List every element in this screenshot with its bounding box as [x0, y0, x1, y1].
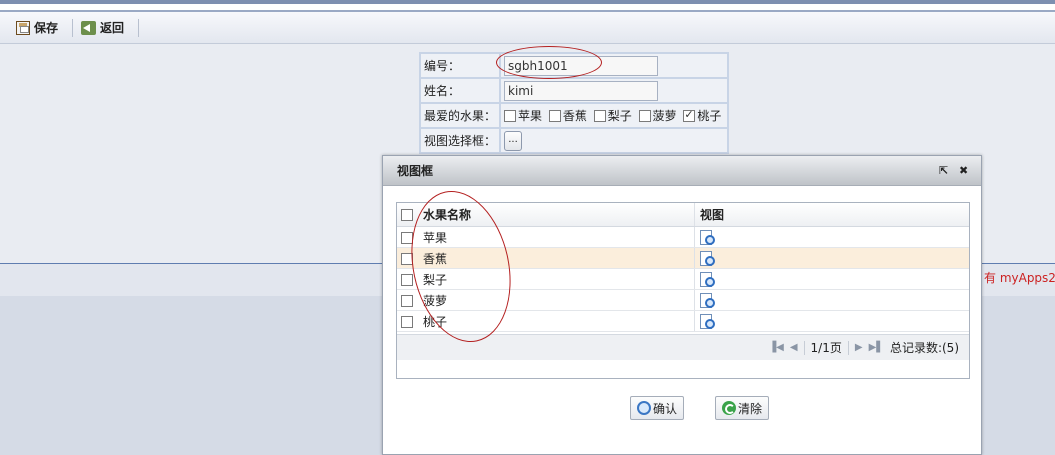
- fruit-options: 苹果 香蕉 梨子 菠萝 桃子: [499, 102, 730, 129]
- select-all-checkbox[interactable]: [401, 209, 413, 221]
- view-picker-button[interactable]: ...: [504, 130, 523, 151]
- fruit-option-label: 菠萝: [652, 109, 677, 123]
- annotation-ellipse: [496, 46, 602, 79]
- confirm-label: 确认: [653, 401, 678, 416]
- save-icon: [16, 20, 30, 35]
- save-label: 保存: [34, 21, 59, 35]
- toolbar-divider: [72, 18, 74, 37]
- prev-page-icon[interactable]: ◀: [790, 342, 798, 353]
- first-page-icon[interactable]: ▐◀: [768, 342, 783, 353]
- total-records: 总记录数:(5): [889, 341, 959, 355]
- fruit-option-label: 香蕉: [562, 109, 587, 123]
- magnifier-icon: [637, 401, 651, 415]
- view-document-icon[interactable]: [700, 229, 715, 245]
- dialog-title: 视图框: [397, 164, 434, 178]
- popout-icon[interactable]: ⇱: [939, 164, 948, 177]
- fruit-checkbox-apple[interactable]: [504, 109, 517, 122]
- toolbar-divider: [138, 18, 140, 37]
- id-label: 编号：: [418, 52, 502, 79]
- close-icon[interactable]: ✖: [959, 164, 968, 177]
- row-checkbox[interactable]: [401, 294, 413, 307]
- right-note: 有 myApps2.: [984, 271, 1055, 285]
- fruit-option-label: 桃子: [697, 109, 722, 123]
- row-checkbox[interactable]: [401, 315, 413, 328]
- view-document-icon[interactable]: [700, 250, 715, 266]
- view-document-icon[interactable]: [700, 313, 715, 329]
- view-select-label: 视图选择框：: [418, 127, 502, 154]
- back-icon: [81, 20, 97, 35]
- fruit-checkbox-peach[interactable]: [683, 108, 696, 122]
- next-page-icon[interactable]: ▶: [855, 342, 863, 353]
- toolbar: 保存 返回: [0, 12, 1055, 44]
- fruit-checkbox-banana[interactable]: [548, 109, 561, 122]
- column-header-view[interactable]: 视图: [695, 206, 724, 223]
- top-strip: [0, 0, 1055, 12]
- row-checkbox[interactable]: [401, 273, 413, 286]
- confirm-button[interactable]: 确认: [630, 396, 685, 420]
- back-label: 返回: [100, 21, 125, 35]
- view-document-icon[interactable]: [700, 271, 715, 287]
- clear-label: 清除: [738, 401, 763, 416]
- last-page-icon[interactable]: ▶▌: [869, 342, 884, 353]
- grid-footer: [397, 361, 969, 378]
- pager-divider: [803, 340, 805, 355]
- page-indicator: 1/1页: [810, 341, 842, 355]
- clear-button[interactable]: 清除: [715, 396, 770, 420]
- name-field[interactable]: kimi: [504, 80, 659, 101]
- view-document-icon[interactable]: [700, 292, 715, 308]
- dialog-header: 视图框 ⇱ ✖: [383, 156, 981, 186]
- pager-divider: [847, 340, 849, 355]
- name-label: 姓名：: [418, 77, 502, 104]
- fruit-label: 最爱的水果：: [418, 102, 502, 129]
- fruit-option-label: 苹果: [518, 109, 543, 123]
- fruit-option-label: 梨子: [607, 109, 632, 123]
- fruit-checkbox-pear[interactable]: [593, 109, 606, 122]
- save-button[interactable]: 保存: [14, 19, 66, 36]
- refresh-icon: [722, 401, 736, 415]
- back-button[interactable]: 返回: [79, 19, 132, 36]
- fruit-checkbox-pineapple[interactable]: [638, 109, 651, 122]
